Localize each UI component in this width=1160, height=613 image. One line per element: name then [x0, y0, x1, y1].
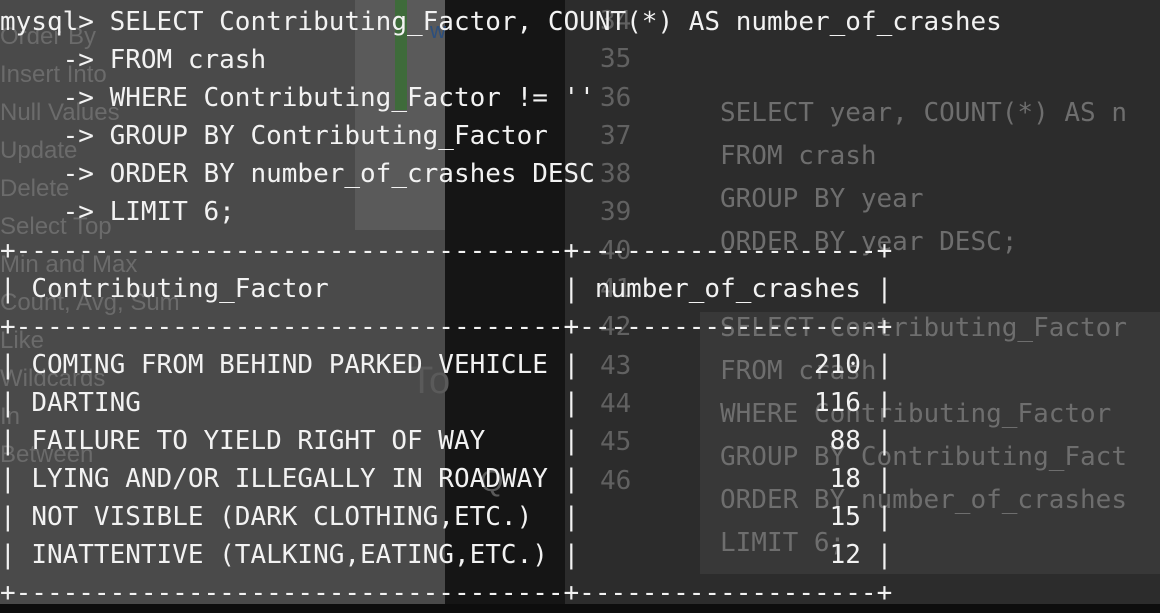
mysql-prompt: mysql>	[0, 7, 110, 37]
table-cell-count: 12	[594, 540, 861, 571]
query-line: WHERE Contributing_Factor != ''	[109, 83, 595, 114]
table-cell-count: 18	[594, 464, 861, 495]
table-cell-factor: INATTENTIVE (TALKING,EATING,ETC.)	[31, 540, 548, 571]
table-border: +-----------------------------------+---…	[0, 235, 893, 266]
continuation-prompt: ->	[0, 45, 110, 76]
query-line: FROM crash	[109, 45, 267, 76]
query-line: LIMIT 6;	[109, 197, 235, 228]
query-line: GROUP BY Contributing_Factor	[109, 121, 548, 152]
table-cell-count: 116	[594, 387, 861, 418]
table-cell-factor: NOT VISIBLE (DARK CLOTHING,ETC.)	[31, 502, 548, 533]
table-cell-count: 15	[594, 502, 861, 533]
continuation-prompt: ->	[0, 121, 110, 152]
table-border: +-----------------------------------+---…	[0, 311, 893, 342]
continuation-prompt: ->	[0, 83, 110, 114]
query-line: ORDER BY number_of_crashes DESC	[109, 159, 595, 190]
table-cell-factor: COMING FROM BEHIND PARKED VEHICLE	[31, 349, 548, 380]
table-cell-count: 210	[594, 349, 861, 380]
table-cell-count: 88	[594, 426, 861, 457]
continuation-prompt: ->	[0, 197, 110, 228]
query-line: SELECT Contributing_Factor, COUNT(*) AS …	[109, 7, 1002, 37]
table-cell-factor: DARTING	[31, 387, 548, 418]
table-cell-factor: LYING AND/OR ILLEGALLY IN ROADWAY	[31, 464, 548, 495]
continuation-prompt: ->	[0, 159, 110, 190]
mysql-terminal-output[interactable]: mysql> SELECT Contributing_Factor, COUNT…	[0, 3, 1002, 613]
table-cell-factor: FAILURE TO YIELD RIGHT OF WAY	[31, 426, 548, 457]
column-header: number_of_crashes	[594, 273, 861, 304]
column-header: Contributing_Factor	[31, 273, 548, 304]
